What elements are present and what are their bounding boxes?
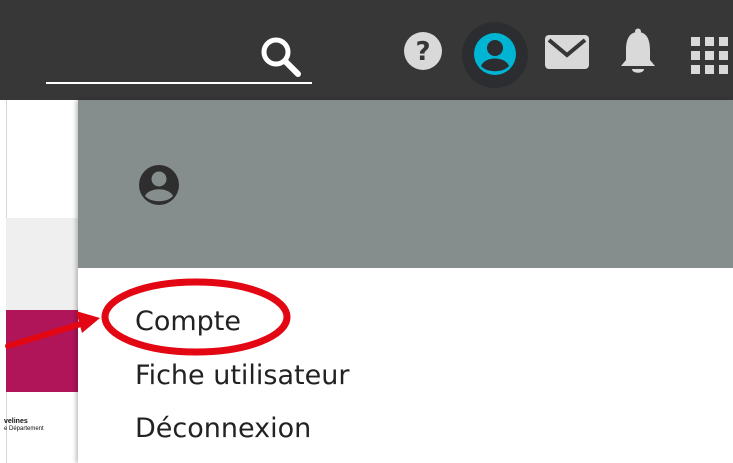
user-avatar-icon [139,165,179,205]
top-bar: ? [0,0,733,100]
mail-icon[interactable] [544,34,590,70]
bell-icon[interactable] [617,28,659,78]
user-avatar-icon [474,33,516,75]
banner-pink [6,310,78,392]
menu-item-deconnexion[interactable]: Déconnexion [135,413,311,445]
user-menu-button[interactable] [462,22,528,88]
logo-line-2: e Département [4,426,44,432]
search-input[interactable] [46,82,312,84]
department-logo: velines e Département [4,418,44,433]
menu-item-fiche-utilisateur[interactable]: Fiche utilisateur [135,360,349,392]
logo-line-1: velines [4,418,28,425]
apps-grid-icon[interactable] [690,36,730,76]
user-dropdown-menu: Compte Fiche utilisateur Déconnexion [78,100,733,463]
dropdown-header [78,100,733,268]
search-icon[interactable] [258,34,304,80]
svg-text:?: ? [415,37,430,67]
banner-gray [6,218,78,310]
help-icon[interactable]: ? [403,31,443,71]
page-content-fragment [0,100,78,463]
menu-item-compte[interactable]: Compte [135,306,241,338]
